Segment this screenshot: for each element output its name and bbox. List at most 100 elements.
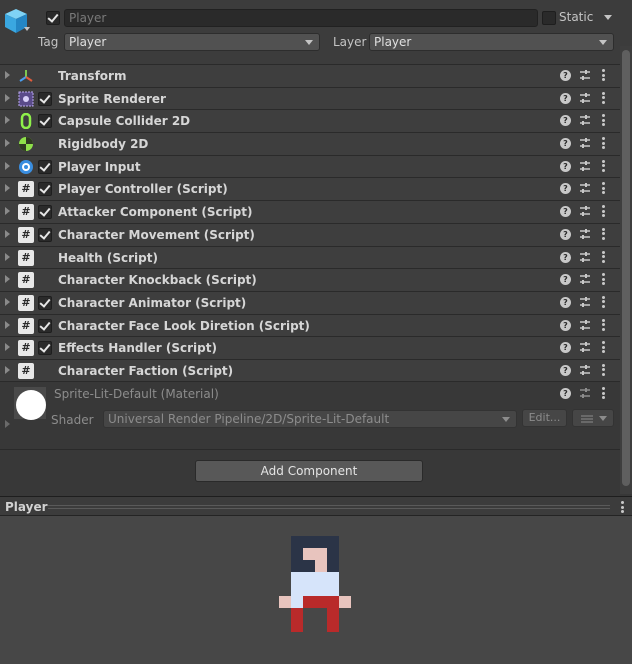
preset-icon[interactable]	[579, 92, 591, 104]
component-enabled-checkbox[interactable]	[38, 182, 52, 197]
fold-arrow-icon[interactable]	[5, 184, 10, 193]
kebab-menu-icon[interactable]	[602, 114, 605, 127]
kebab-menu-icon[interactable]	[602, 182, 605, 195]
fold-arrow-icon[interactable]	[5, 139, 10, 148]
script-icon: #	[18, 317, 34, 334]
shader-edit-button[interactable]: Edit...	[522, 409, 567, 427]
shader-options-dropdown[interactable]	[572, 409, 614, 427]
preset-icon[interactable]	[579, 319, 591, 331]
component-attacker-component[interactable]: # Attacker Component (Script) ?	[0, 200, 620, 223]
preset-icon[interactable]	[579, 160, 591, 172]
preset-icon[interactable]	[579, 387, 591, 399]
help-icon[interactable]: ?	[560, 160, 571, 172]
preview-kebab-menu-icon[interactable]	[621, 501, 624, 513]
component-effects-handler[interactable]: # Effects Handler (Script) ?	[0, 336, 620, 359]
material-fold-arrow-icon[interactable]	[5, 420, 10, 428]
inspector-scrollbar[interactable]	[620, 46, 632, 494]
component-sprite-renderer[interactable]: Sprite Renderer ?	[0, 86, 620, 110]
fold-arrow-icon[interactable]	[5, 365, 10, 374]
help-icon[interactable]: ?	[560, 206, 571, 218]
kebab-menu-icon[interactable]	[602, 318, 605, 331]
component-enabled-checkbox[interactable]	[38, 341, 52, 356]
component-character-faction[interactable]: # Character Faction (Script) ?	[0, 358, 620, 382]
component-rigidbody-2d[interactable]: Rigidbody 2D ?	[0, 132, 620, 155]
preset-icon[interactable]	[579, 114, 591, 126]
kebab-menu-icon[interactable]	[602, 341, 605, 354]
preview-header[interactable]: Player	[0, 496, 632, 516]
kebab-menu-icon[interactable]	[602, 69, 605, 81]
help-icon[interactable]: ?	[560, 183, 571, 195]
component-transform[interactable]: Transform ?	[0, 64, 620, 87]
fold-arrow-icon[interactable]	[5, 116, 10, 125]
kebab-menu-icon[interactable]	[602, 250, 605, 263]
kebab-menu-icon[interactable]	[602, 295, 605, 308]
help-icon[interactable]: ?	[560, 274, 571, 286]
help-icon[interactable]: ?	[560, 228, 571, 240]
help-icon[interactable]: ?	[560, 115, 571, 127]
component-enabled-checkbox[interactable]	[38, 159, 52, 174]
static-dropdown-arrow-icon[interactable]	[604, 15, 612, 20]
kebab-menu-icon[interactable]	[602, 387, 605, 399]
kebab-menu-icon[interactable]	[602, 227, 605, 240]
object-name-field[interactable]: Player	[64, 9, 538, 27]
kebab-menu-icon[interactable]	[602, 159, 605, 172]
preset-icon[interactable]	[579, 341, 591, 353]
preset-icon[interactable]	[579, 69, 591, 81]
component-character-movement[interactable]: # Character Movement (Script) ?	[0, 222, 620, 246]
component-enabled-checkbox[interactable]	[38, 227, 52, 242]
preset-icon[interactable]	[579, 273, 591, 285]
help-icon[interactable]: ?	[560, 138, 571, 150]
preset-icon[interactable]	[579, 296, 591, 308]
component-character-face-look-direction[interactable]: # Character Face Look Diretion (Script) …	[0, 313, 620, 337]
help-icon[interactable]: ?	[560, 319, 571, 331]
help-icon[interactable]: ?	[560, 70, 571, 81]
static-checkbox[interactable]	[542, 11, 556, 25]
component-player-input[interactable]: Player Input ?	[0, 154, 620, 178]
preset-icon[interactable]	[579, 228, 591, 240]
fold-arrow-icon[interactable]	[5, 71, 10, 79]
tag-dropdown[interactable]: Player	[64, 33, 320, 51]
preset-icon[interactable]	[579, 182, 591, 194]
kebab-menu-icon[interactable]	[602, 273, 605, 286]
component-enabled-checkbox[interactable]	[38, 318, 52, 333]
component-enabled-checkbox[interactable]	[38, 114, 52, 129]
preset-icon[interactable]	[579, 205, 591, 217]
component-health[interactable]: # Health (Script) ?	[0, 245, 620, 269]
help-icon[interactable]: ?	[560, 92, 571, 104]
help-icon[interactable]: ?	[560, 342, 571, 354]
preset-icon[interactable]	[579, 251, 591, 263]
kebab-menu-icon[interactable]	[602, 91, 605, 104]
component-player-controller[interactable]: # Player Controller (Script) ?	[0, 177, 620, 201]
fold-arrow-icon[interactable]	[5, 343, 10, 352]
fold-arrow-icon[interactable]	[5, 161, 10, 170]
kebab-menu-icon[interactable]	[602, 137, 605, 150]
active-checkbox[interactable]	[46, 11, 60, 25]
component-enabled-checkbox[interactable]	[38, 205, 52, 220]
help-icon[interactable]: ?	[560, 296, 571, 308]
kebab-menu-icon[interactable]	[602, 363, 605, 376]
fold-arrow-icon[interactable]	[5, 229, 10, 238]
layer-dropdown[interactable]: Player	[369, 33, 614, 51]
preview-drag-handle[interactable]	[48, 505, 610, 509]
fold-arrow-icon[interactable]	[5, 93, 10, 102]
add-component-button[interactable]: Add Component	[195, 460, 423, 482]
help-icon[interactable]: ?	[560, 388, 571, 399]
fold-arrow-icon[interactable]	[5, 297, 10, 306]
component-character-animator[interactable]: # Character Animator (Script) ?	[0, 290, 620, 314]
fold-arrow-icon[interactable]	[5, 275, 10, 284]
scrollbar-thumb[interactable]	[622, 50, 630, 486]
kebab-menu-icon[interactable]	[602, 205, 605, 218]
fold-arrow-icon[interactable]	[5, 252, 10, 261]
fold-arrow-icon[interactable]	[5, 207, 10, 216]
preset-icon[interactable]	[579, 364, 591, 376]
help-icon[interactable]: ?	[560, 364, 571, 376]
component-character-knockback[interactable]: # Character Knockback (Script) ?	[0, 268, 620, 291]
preset-icon[interactable]	[579, 137, 591, 149]
icon-dropdown-arrow-icon[interactable]	[24, 27, 30, 31]
help-icon[interactable]: ?	[560, 251, 571, 263]
component-enabled-checkbox[interactable]	[38, 295, 52, 310]
shader-dropdown[interactable]: Universal Render Pipeline/2D/Sprite-Lit-…	[103, 410, 517, 428]
component-capsule-collider-2d[interactable]: Capsule Collider 2D ?	[0, 109, 620, 133]
component-enabled-checkbox[interactable]	[38, 91, 52, 106]
fold-arrow-icon[interactable]	[5, 320, 10, 329]
